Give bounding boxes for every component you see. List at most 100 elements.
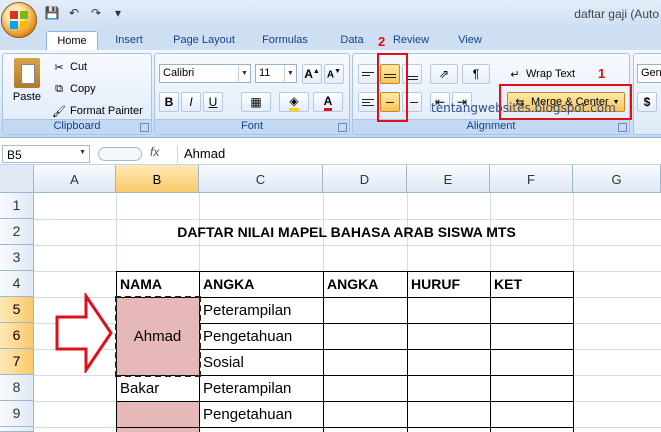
- underline-icon: U: [208, 95, 218, 109]
- font-size-value: 11: [259, 67, 271, 79]
- font-launcher-icon[interactable]: [338, 123, 347, 132]
- customize-toolbar-icon[interactable]: ▾: [110, 5, 126, 21]
- paste-icon: [14, 58, 40, 88]
- row-header-6[interactable]: 6: [0, 323, 34, 349]
- cut-label: Cut: [70, 61, 88, 73]
- window-title: daftar gaji (Auto: [574, 7, 659, 21]
- column-header-g[interactable]: G: [573, 165, 661, 193]
- paragraph-icon: ¶: [472, 67, 480, 81]
- title-bar: 💾 ↶ ↷ ▾ daftar gaji (Auto: [0, 0, 661, 38]
- format-painter-button[interactable]: 🖌 Format Painter: [51, 103, 143, 119]
- column-header-e[interactable]: E: [407, 165, 490, 193]
- top-align-icon: [362, 72, 374, 76]
- font-color-icon: A: [323, 94, 333, 111]
- cell-c8[interactable]: Peterampilan: [199, 375, 323, 401]
- red-arrow-annotation: [55, 293, 113, 373]
- cell-bakar[interactable]: Bakar: [116, 375, 199, 401]
- cell-c7[interactable]: Sosial: [199, 349, 323, 375]
- header-angka[interactable]: ANGKA: [323, 271, 407, 297]
- wrap-text-icon: ↵: [510, 68, 520, 81]
- chevron-down-icon: ▼: [238, 65, 250, 82]
- cell-c6[interactable]: Pengetahuan: [199, 323, 323, 349]
- font-name-combo[interactable]: Calibri ▼: [159, 64, 251, 83]
- formula-input[interactable]: Ahmad: [177, 145, 661, 163]
- tab-view[interactable]: View: [450, 31, 490, 50]
- column-header-c[interactable]: C: [199, 165, 323, 193]
- formula-bar-resize-handle[interactable]: [98, 147, 142, 161]
- alignment-launcher-icon[interactable]: [618, 123, 627, 132]
- number-group: Gen $: [633, 53, 661, 135]
- text-direction-button[interactable]: ¶: [462, 64, 490, 84]
- italic-button[interactable]: I: [181, 92, 201, 112]
- ribbon-tabs: Home Insert Page Layout Formulas Data Re…: [0, 28, 661, 50]
- shrink-font-button[interactable]: A▼: [324, 64, 344, 84]
- row-header-4[interactable]: 4: [0, 271, 34, 297]
- tab-page-layout[interactable]: Page Layout: [164, 31, 244, 50]
- bold-icon: B: [164, 95, 174, 109]
- top-align-button[interactable]: [358, 64, 378, 84]
- grow-font-button[interactable]: A▲: [302, 64, 322, 84]
- clipboard-launcher-icon[interactable]: [140, 123, 149, 132]
- row-header-3[interactable]: 3: [0, 245, 34, 271]
- row-header-8[interactable]: 8: [0, 375, 34, 401]
- chevron-down-icon[interactable]: ▼: [79, 149, 86, 156]
- underline-button[interactable]: U: [203, 92, 223, 112]
- undo-icon[interactable]: ↶: [66, 5, 82, 21]
- format-painter-label: Format Painter: [70, 105, 143, 117]
- orientation-button[interactable]: ⇗: [430, 64, 458, 84]
- orientation-icon: ⇗: [438, 67, 450, 81]
- copy-icon: ⧉: [55, 82, 63, 95]
- insert-function-button[interactable]: fx: [150, 145, 159, 159]
- header-angka-aspek[interactable]: ANGKA: [199, 271, 323, 297]
- header-huruf[interactable]: HURUF: [407, 271, 490, 297]
- chevron-down-icon: ▼: [284, 65, 296, 82]
- row-header-7[interactable]: 7: [0, 349, 34, 375]
- font-size-combo[interactable]: 11 ▼: [255, 64, 297, 83]
- fill-color-button[interactable]: ◈: [279, 92, 309, 112]
- select-all-corner[interactable]: [0, 165, 34, 193]
- copy-label: Copy: [70, 83, 96, 95]
- bold-button[interactable]: B: [159, 92, 179, 112]
- column-header-a[interactable]: A: [34, 165, 116, 193]
- office-button[interactable]: [1, 2, 37, 38]
- copy-button[interactable]: ⧉ Copy: [51, 81, 96, 97]
- save-icon[interactable]: 💾: [44, 5, 60, 21]
- font-color-button[interactable]: A: [313, 92, 343, 112]
- header-ket[interactable]: KET: [490, 271, 573, 297]
- row-header-10[interactable]: [0, 427, 34, 432]
- redo-icon[interactable]: ↷: [88, 5, 104, 21]
- sheet-title[interactable]: DAFTAR NILAI MAPEL BAHASA ARAB SISWA MTS: [116, 219, 573, 245]
- tab-home[interactable]: Home: [46, 31, 98, 50]
- cell-c5[interactable]: Peterampilan: [199, 297, 323, 323]
- clipboard-group-label: Clipboard: [3, 119, 151, 134]
- paste-button[interactable]: Paste: [7, 58, 47, 116]
- formula-bar: B5 ▼ fx Ahmad: [0, 143, 661, 165]
- header-nama[interactable]: NAMA: [116, 271, 199, 297]
- row-header-5[interactable]: 5: [0, 297, 34, 323]
- annotation-number-1: 1: [598, 66, 606, 81]
- name-box-value: B5: [7, 148, 22, 162]
- font-name-value: Calibri: [163, 67, 195, 79]
- number-format-combo[interactable]: Gen: [637, 64, 661, 83]
- tab-formulas[interactable]: Formulas: [252, 31, 318, 50]
- borders-button[interactable]: ▦: [241, 92, 271, 112]
- tab-insert[interactable]: Insert: [104, 31, 154, 50]
- number-format-value: Gen: [641, 67, 661, 79]
- row-header-9[interactable]: 9: [0, 401, 34, 427]
- currency-button[interactable]: $: [637, 92, 657, 112]
- annotation-box-1: [499, 84, 632, 120]
- column-header-b[interactable]: B: [116, 165, 199, 193]
- tab-review[interactable]: Review: [386, 31, 436, 50]
- name-box[interactable]: B5 ▼: [2, 145, 90, 163]
- row-header-1[interactable]: 1: [0, 193, 34, 219]
- cut-button[interactable]: ✂ Cut: [51, 59, 87, 75]
- tab-data[interactable]: Data: [332, 31, 372, 50]
- cell-c9[interactable]: Pengetahuan: [199, 401, 323, 427]
- row-header-2[interactable]: 2: [0, 219, 34, 245]
- column-header-f[interactable]: F: [490, 165, 573, 193]
- quick-access-toolbar: 💾 ↶ ↷ ▾: [44, 5, 126, 21]
- column-header-d[interactable]: D: [323, 165, 407, 193]
- wrap-text-button[interactable]: ↵ Wrap Text: [507, 66, 575, 82]
- worksheet-grid[interactable]: A B C D E F G 1 2 3 4 5 6 7 8 9 DAFTAR N…: [0, 165, 661, 432]
- align-left-button[interactable]: [358, 92, 378, 112]
